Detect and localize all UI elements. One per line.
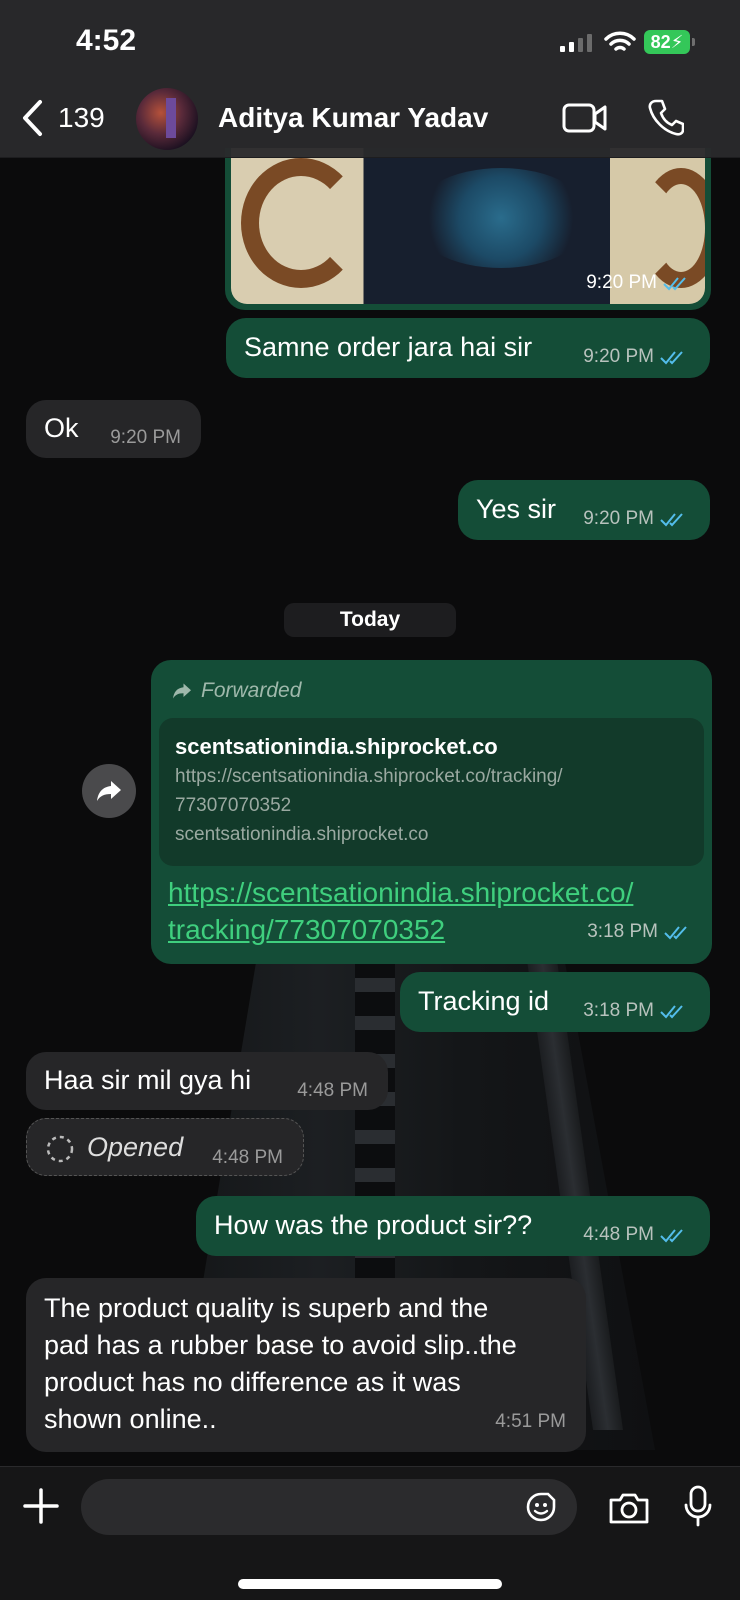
contact-name[interactable]: Aditya Kumar Yadav <box>218 102 488 134</box>
message-time: 9:20 PM <box>583 508 654 529</box>
status-bar: 4:52 82 ⚡ <box>0 0 740 84</box>
message-meta: 9:20 PM <box>583 500 688 537</box>
preview-domain: scentsationindia.shiprocket.co <box>175 824 429 845</box>
message-time: 4:48 PM <box>583 1224 654 1245</box>
message-bubble[interactable]: Haa sir mil gya hi 4:48 PM <box>26 1052 388 1110</box>
read-receipt-icon <box>660 1004 683 1018</box>
forwarded-link-message[interactable]: Forwarded scentsationindia.shiprocket.co… <box>151 660 712 964</box>
avatar[interactable] <box>136 88 198 150</box>
back-button[interactable]: 139 <box>20 98 105 138</box>
message-bubble[interactable]: Tracking id 3:18 PM <box>400 972 710 1032</box>
preview-url-continued: 77307070352 <box>175 795 292 816</box>
message-bubble[interactable]: How was the product sir?? 4:48 PM <box>196 1196 710 1256</box>
message-meta: 3:18 PM <box>583 992 688 1029</box>
sticker-icon[interactable] <box>524 1490 558 1524</box>
read-receipt-icon <box>660 1228 683 1242</box>
link-preview-card[interactable]: scentsationindia.shiprocket.co https://s… <box>159 718 704 866</box>
message-time: 9:20 PM <box>586 272 657 293</box>
view-once-icon <box>46 1135 74 1163</box>
read-receipt-icon <box>660 350 683 364</box>
message-meta: 4:48 PM <box>212 1139 283 1176</box>
read-receipt-icon <box>660 512 683 526</box>
read-receipt-icon <box>664 925 687 939</box>
message-bubble[interactable]: The product quality is superb and the pa… <box>26 1278 586 1452</box>
battery-level: 82 <box>650 31 671 52</box>
message-line: pad has a rubber base to avoid slip..the <box>44 1330 517 1360</box>
message-text: Haa sir mil gya hi <box>44 1065 252 1095</box>
message-bubble[interactable]: Ok 9:20 PM <box>26 400 201 458</box>
view-once-message[interactable]: Opened 4:48 PM <box>26 1118 304 1176</box>
message-text: Yes sir <box>476 494 557 524</box>
signal-icon <box>560 34 592 52</box>
message-line: The product quality is superb and the <box>44 1293 489 1323</box>
message-line: product has no difference as it was <box>44 1367 461 1397</box>
message-time: 9:20 PM <box>110 427 181 448</box>
status-time: 4:52 <box>76 24 137 57</box>
message-text: Tracking id <box>418 986 550 1016</box>
message-time: 4:48 PM <box>212 1147 283 1168</box>
unread-count: 139 <box>58 102 105 133</box>
share-button[interactable] <box>82 764 136 818</box>
message-time: 4:51 PM <box>495 1411 566 1432</box>
message-time: 9:20 PM <box>583 346 654 367</box>
home-indicator[interactable] <box>238 1579 502 1589</box>
message-composer <box>0 1466 740 1600</box>
message-meta: 4:51 PM <box>495 1403 566 1440</box>
message-input[interactable] <box>81 1479 577 1535</box>
preview-title: scentsationindia.shiprocket.co <box>175 734 498 759</box>
message-text: Samne order jara hai sir <box>244 332 533 362</box>
message-meta: 9:20 PM <box>583 338 688 375</box>
view-once-label: Opened <box>87 1132 184 1162</box>
message-bubble[interactable]: Samne order jara hai sir 9:20 PM <box>226 318 710 378</box>
forwarded-text: Forwarded <box>201 679 302 702</box>
chevron-left-icon <box>23 100 42 136</box>
image-message[interactable]: 9:20 PM <box>225 148 711 310</box>
message-line: shown online.. <box>44 1404 217 1434</box>
phone-call-icon[interactable] <box>648 98 684 136</box>
camera-icon[interactable] <box>608 1491 650 1525</box>
forward-arrow-icon <box>173 683 191 698</box>
message-bubble[interactable]: Yes sir 9:20 PM <box>458 480 710 540</box>
message-meta: 4:48 PM <box>297 1072 368 1109</box>
message-text: The product quality is superb and the pa… <box>44 1290 517 1438</box>
link-line: https://scentsationindia.shiprocket.co/ <box>168 877 634 908</box>
message-text: How was the product sir?? <box>214 1210 533 1240</box>
message-time: 3:18 PM <box>583 1000 654 1021</box>
message-time: 3:18 PM <box>587 921 658 942</box>
message-text: Ok <box>44 413 79 443</box>
video-call-icon[interactable] <box>562 102 608 134</box>
date-divider: Today <box>284 603 456 637</box>
read-receipt-icon <box>663 277 686 291</box>
message-meta: 9:20 PM <box>110 419 181 456</box>
plus-icon[interactable] <box>22 1487 60 1525</box>
message-meta: 3:18 PM <box>587 913 692 950</box>
microphone-icon[interactable] <box>683 1485 713 1529</box>
shared-image: 9:20 PM <box>231 148 705 304</box>
share-arrow-icon <box>97 781 121 801</box>
message-meta: 9:20 PM <box>586 272 691 294</box>
message-meta: 4:48 PM <box>583 1216 688 1253</box>
message-time: 4:48 PM <box>297 1080 368 1101</box>
battery-indicator: 82 ⚡ <box>644 30 695 54</box>
forwarded-label: Forwarded <box>171 672 301 709</box>
preview-url: https://scentsationindia.shiprocket.co/t… <box>175 766 563 787</box>
wifi-icon <box>604 31 636 51</box>
